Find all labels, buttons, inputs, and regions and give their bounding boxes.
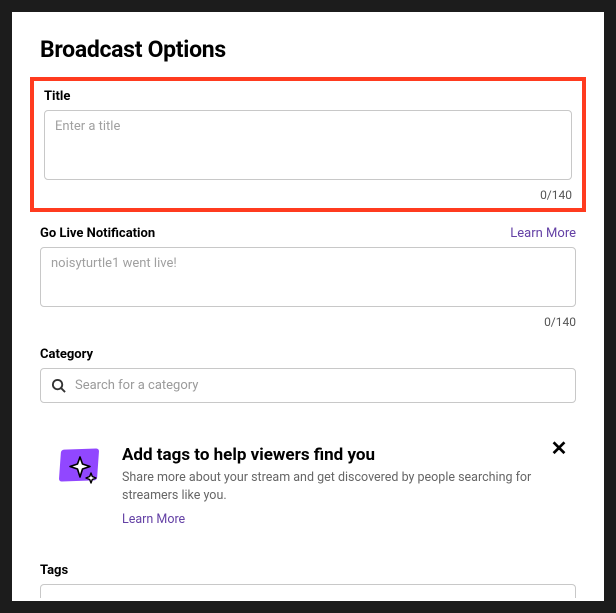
notification-input[interactable] xyxy=(40,247,576,307)
close-icon[interactable]: ✕ xyxy=(548,437,570,459)
notification-label: Go Live Notification xyxy=(40,226,155,241)
notification-field-block: Go Live Notification Learn More 0/140 xyxy=(40,226,576,329)
title-char-count: 0/140 xyxy=(44,188,572,202)
tags-field-block: Tags xyxy=(40,563,576,598)
category-search-input[interactable] xyxy=(40,368,576,403)
page-title: Broadcast Options xyxy=(40,36,576,63)
category-field-block: Category xyxy=(40,347,576,403)
broadcast-options-panel: Broadcast Options Title 0/140 Go Live No… xyxy=(12,12,604,601)
category-label: Category xyxy=(40,347,93,362)
category-label-row: Category xyxy=(40,347,576,362)
tags-info-title: Add tags to help viewers find you xyxy=(122,445,542,465)
notification-char-count: 0/140 xyxy=(40,315,576,329)
tags-info-learn-more-link[interactable]: Learn More xyxy=(122,512,185,527)
tags-info-card: Add tags to help viewers find you Share … xyxy=(40,433,576,541)
tags-info-content: Add tags to help viewers find you Share … xyxy=(110,445,572,527)
title-label-row: Title xyxy=(44,89,572,104)
title-label: Title xyxy=(44,89,70,104)
tags-info-desc: Share more about your stream and get dis… xyxy=(122,469,542,504)
tags-label: Tags xyxy=(40,563,576,578)
search-icon xyxy=(50,378,66,394)
title-input[interactable] xyxy=(44,110,572,180)
app-frame: Broadcast Options Title 0/140 Go Live No… xyxy=(0,0,616,613)
tags-input[interactable] xyxy=(40,584,576,598)
title-field-highlight: Title 0/140 xyxy=(30,77,586,212)
sparkle-icon xyxy=(60,445,110,489)
notification-label-row: Go Live Notification Learn More xyxy=(40,226,576,241)
notification-learn-more-link[interactable]: Learn More xyxy=(510,226,576,241)
category-search-wrapper xyxy=(40,368,576,403)
